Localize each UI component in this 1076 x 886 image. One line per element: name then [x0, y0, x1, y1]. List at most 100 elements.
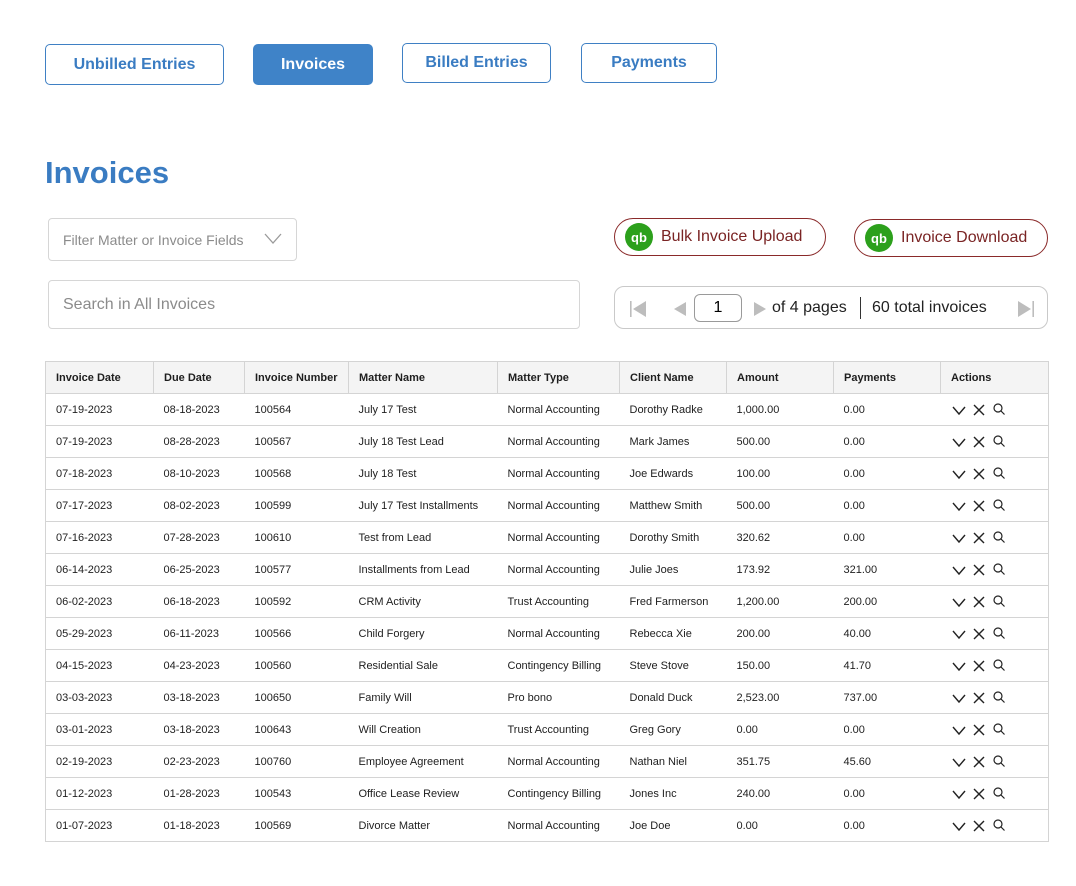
chevron-down-icon[interactable] — [951, 594, 967, 610]
table-row[interactable]: 06-02-2023 06-18-2023 100592 CRM Activity Tr… — [45, 585, 1049, 618]
invoice-date-cell: 06-14-2023 — [45, 553, 154, 586]
close-icon[interactable] — [971, 754, 987, 770]
close-icon[interactable] — [971, 434, 987, 450]
close-icon[interactable] — [971, 466, 987, 482]
invoice-date-cell: 06-02-2023 — [45, 585, 154, 618]
column-header[interactable]: Matter Type — [497, 361, 620, 394]
due-date-cell: 07-28-2023 — [153, 521, 245, 554]
close-icon[interactable] — [971, 530, 987, 546]
search-icon[interactable] — [991, 786, 1007, 802]
table-row[interactable]: 04-15-2023 04-23-2023 100560 Residential Sa… — [45, 649, 1049, 682]
search-icon[interactable] — [991, 658, 1007, 674]
search-icon[interactable] — [991, 626, 1007, 642]
table-row[interactable]: 07-16-2023 07-28-2023 100610 Test from Lead… — [45, 521, 1049, 554]
column-header[interactable]: Amount — [726, 361, 834, 394]
column-header[interactable]: Invoice Number — [244, 361, 349, 394]
search-icon[interactable] — [991, 594, 1007, 610]
invoice-number-cell: 100568 — [244, 457, 349, 490]
table-row[interactable]: 03-03-2023 03-18-2023 100650 Family Will Pro… — [45, 681, 1049, 714]
search-icon[interactable] — [991, 818, 1007, 834]
table-row[interactable]: 02-19-2023 02-23-2023 100760 Employee Agree… — [45, 745, 1049, 778]
search-icon[interactable] — [991, 498, 1007, 514]
previous-page-icon[interactable] — [671, 300, 689, 318]
invoice-date-cell: 07-18-2023 — [45, 457, 154, 490]
first-page-icon[interactable] — [629, 300, 647, 318]
chevron-down-icon[interactable] — [951, 818, 967, 834]
last-page-icon[interactable] — [1017, 300, 1035, 318]
column-header[interactable]: Payments — [833, 361, 941, 394]
chevron-down-icon[interactable] — [951, 466, 967, 482]
tab-unbilled-entries[interactable]: Unbilled Entries — [45, 44, 224, 85]
page-number-input[interactable] — [694, 294, 742, 322]
chevron-down-icon[interactable] — [951, 786, 967, 802]
chevron-down-icon[interactable] — [951, 754, 967, 770]
actions-cell — [940, 745, 1049, 778]
tab-payments[interactable]: Payments — [581, 43, 717, 83]
actions-cell — [940, 617, 1049, 650]
chevron-down-icon[interactable] — [951, 690, 967, 706]
close-icon[interactable] — [971, 594, 987, 610]
amount-cell: 1,200.00 — [726, 585, 834, 618]
amount-cell: 500.00 — [726, 489, 834, 522]
client-name-cell: Jones Inc — [619, 777, 727, 810]
table-row[interactable]: 07-18-2023 08-10-2023 100568 July 18 Test No… — [45, 457, 1049, 490]
close-icon[interactable] — [971, 402, 987, 418]
search-icon[interactable] — [991, 466, 1007, 482]
tab-invoices[interactable]: Invoices — [253, 44, 373, 85]
invoice-number-cell: 100566 — [244, 617, 349, 650]
invoice-date-cell: 02-19-2023 — [45, 745, 154, 778]
matter-type-cell: Normal Accounting — [497, 617, 620, 650]
table-row[interactable]: 06-14-2023 06-25-2023 100577 Installments f… — [45, 553, 1049, 586]
chevron-down-icon[interactable] — [951, 722, 967, 738]
invoice-date-cell: 07-16-2023 — [45, 521, 154, 554]
matter-name-cell: Test from Lead — [348, 521, 498, 554]
close-icon[interactable] — [971, 818, 987, 834]
search-icon[interactable] — [991, 402, 1007, 418]
payments-cell: 41.70 — [833, 649, 941, 682]
chevron-down-icon[interactable] — [951, 626, 967, 642]
chevron-down-icon[interactable] — [951, 402, 967, 418]
search-icon[interactable] — [991, 722, 1007, 738]
table-row[interactable]: 07-19-2023 08-28-2023 100567 July 18 Test L… — [45, 425, 1049, 458]
table-row[interactable]: 03-01-2023 03-18-2023 100643 Will Creation T… — [45, 713, 1049, 746]
search-input[interactable] — [48, 280, 580, 329]
invoice-number-cell: 100650 — [244, 681, 349, 714]
table-row[interactable]: 05-29-2023 06-11-2023 100566 Child Forgery N… — [45, 617, 1049, 650]
search-icon[interactable] — [991, 562, 1007, 578]
close-icon[interactable] — [971, 690, 987, 706]
search-icon[interactable] — [991, 530, 1007, 546]
close-icon[interactable] — [971, 786, 987, 802]
payments-cell: 0.00 — [833, 713, 941, 746]
search-icon[interactable] — [991, 754, 1007, 770]
chevron-down-icon[interactable] — [951, 530, 967, 546]
column-header[interactable]: Client Name — [619, 361, 727, 394]
column-header[interactable]: Due Date — [153, 361, 245, 394]
table-row[interactable]: 01-12-2023 01-28-2023 100543 Office Lease R… — [45, 777, 1049, 810]
chevron-down-icon[interactable] — [951, 658, 967, 674]
client-name-cell: Matthew Smith — [619, 489, 727, 522]
tab-billed-entries[interactable]: Billed Entries — [402, 43, 551, 83]
client-name-cell: Dorothy Radke — [619, 393, 727, 426]
close-icon[interactable] — [971, 498, 987, 514]
page-count: of 4 pages — [772, 299, 847, 316]
chevron-down-icon[interactable] — [951, 498, 967, 514]
next-page-icon[interactable] — [751, 300, 769, 318]
bulk-invoice-upload-button[interactable]: qb Bulk Invoice Upload — [614, 218, 826, 256]
close-icon[interactable] — [971, 722, 987, 738]
table-row[interactable]: 07-19-2023 08-18-2023 100564 July 17 Test No… — [45, 393, 1049, 426]
table-row[interactable]: 07-17-2023 08-02-2023 100599 July 17 Test I… — [45, 489, 1049, 522]
search-icon[interactable] — [991, 690, 1007, 706]
column-header[interactable]: Matter Name — [348, 361, 498, 394]
matter-name-cell: Family Will — [348, 681, 498, 714]
table-row[interactable]: 01-07-2023 01-18-2023 100569 Divorce Matter… — [45, 809, 1049, 842]
search-icon[interactable] — [991, 434, 1007, 450]
close-icon[interactable] — [971, 658, 987, 674]
close-icon[interactable] — [971, 626, 987, 642]
close-icon[interactable] — [971, 562, 987, 578]
chevron-down-icon[interactable] — [951, 562, 967, 578]
invoice-download-button[interactable]: qb Invoice Download — [854, 219, 1048, 257]
chevron-down-icon[interactable] — [951, 434, 967, 450]
column-header[interactable]: Invoice Date — [45, 361, 154, 394]
client-name-cell: Rebecca Xie — [619, 617, 727, 650]
filter-dropdown[interactable]: Filter Matter or Invoice Fields — [48, 218, 297, 261]
